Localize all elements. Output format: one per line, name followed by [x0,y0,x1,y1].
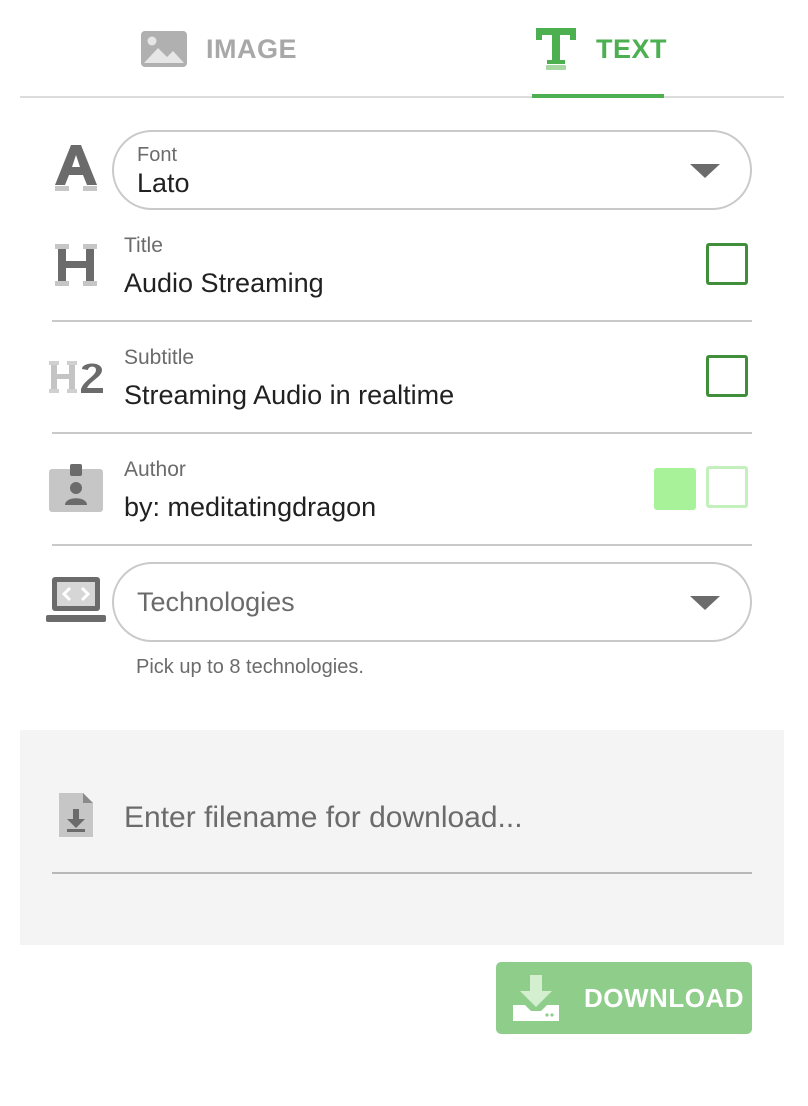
tab-image-label: IMAGE [206,33,298,64]
active-tab-indicator [532,94,664,98]
author-color-swatch-empty[interactable] [706,466,748,508]
font-select-value: Lato [137,168,190,198]
subtitle-checkbox[interactable] [706,355,748,397]
author-label: Author [124,458,186,481]
laptop-code-icon [45,574,107,626]
technologies-placeholder: Technologies [137,587,295,617]
font-icon [52,142,100,194]
author-value[interactable]: by: meditatingdragon [124,492,376,523]
chevron-down-icon [690,164,720,178]
subtitle-label: Subtitle [124,346,195,369]
text-settings-panel: IMAGE TEXT Font Lato Title Audio Streami… [0,0,808,1106]
tab-bar: IMAGE TEXT [20,0,784,98]
subtitle-field[interactable]: Subtitle Streaming Audio in realtime [52,322,752,434]
title-value[interactable]: Audio Streaming [124,268,324,299]
tab-image[interactable]: IMAGE [140,0,297,98]
title-checkbox[interactable] [706,243,748,285]
title-label: Title [124,234,163,257]
chevron-down-icon [690,596,720,610]
tab-text-label: TEXT [596,33,668,64]
font-select[interactable]: Font Lato [112,130,752,210]
font-select-label: Font [137,144,178,166]
filename-field [52,782,752,874]
filename-input[interactable] [124,796,744,840]
title-field[interactable]: Title Audio Streaming [52,210,752,322]
download-button[interactable]: DOWNLOAD [496,962,752,1034]
download-button-label: DOWNLOAD [584,983,744,1013]
image-icon [140,30,188,68]
technologies-select[interactable]: Technologies [112,562,752,642]
author-color-swatch-filled[interactable] [654,468,696,510]
file-download-icon [56,790,96,840]
tab-text[interactable]: TEXT [532,0,667,98]
author-field[interactable]: Author by: meditatingdragon [52,434,752,546]
download-tray-icon [510,972,562,1024]
subtitle-value[interactable]: Streaming Audio in realtime [124,380,454,411]
text-icon [534,26,578,72]
download-panel [20,730,784,945]
technologies-hint: Pick up to 8 technologies. [136,656,364,678]
